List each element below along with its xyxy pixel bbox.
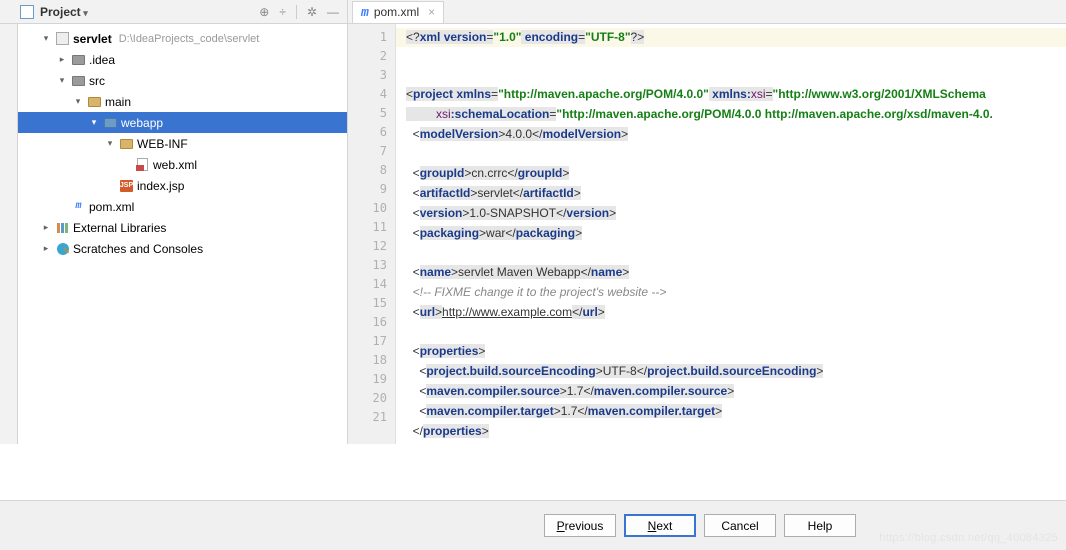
cancel-button[interactable]: Cancel (704, 514, 776, 537)
separator (296, 5, 297, 19)
tree-idea[interactable]: ▸.idea (18, 49, 347, 70)
line-gutter: 123456789101112131415161718192021 (348, 24, 396, 444)
tree-webxml[interactable]: web.xml (18, 154, 347, 175)
gear-icon[interactable]: ✲ (307, 5, 317, 19)
tree-webinf[interactable]: ▾WEB-INF (18, 133, 347, 154)
tree-pom[interactable]: mpom.xml (18, 196, 347, 217)
tree-indexjsp[interactable]: JSPindex.jsp (18, 175, 347, 196)
tab-label: pom.xml (374, 5, 419, 19)
locate-icon[interactable]: ⊕ (259, 5, 269, 19)
tree-root[interactable]: ▾servletD:\IdeaProjects_code\servlet (18, 28, 347, 49)
tree-scratch[interactable]: ▸Scratches and Consoles (18, 238, 347, 259)
tree-webapp[interactable]: ▾webapp (18, 112, 347, 133)
previous-button[interactable]: Previous (544, 514, 616, 537)
project-tree[interactable]: ▾servletD:\IdeaProjects_code\servlet ▸.i… (18, 24, 348, 444)
maven-icon: m (71, 199, 86, 214)
tree-main[interactable]: ▾main (18, 91, 347, 112)
project-header: Project ⊕ ÷ ✲ — (0, 0, 348, 23)
left-rail (0, 24, 18, 444)
watermark: https://blog.csdn.net/qq_40084325 (879, 532, 1058, 544)
help-button[interactable]: Help (784, 514, 856, 537)
code-area[interactable]: <?xml version="1.0" encoding="UTF-8"?> <… (396, 24, 1066, 444)
tab-pom[interactable]: m pom.xml × (352, 1, 444, 23)
project-icon (20, 5, 34, 19)
hide-icon[interactable]: — (327, 5, 339, 19)
collapse-icon[interactable]: ÷ (279, 5, 286, 19)
close-icon[interactable]: × (428, 5, 435, 19)
tree-ext-lib[interactable]: ▸External Libraries (18, 217, 347, 238)
editor-tabs: m pom.xml × (348, 0, 1066, 23)
next-button[interactable]: Next (624, 514, 696, 537)
library-icon (55, 220, 70, 235)
tree-src[interactable]: ▾src (18, 70, 347, 91)
maven-icon: m (361, 5, 369, 20)
code-editor[interactable]: 123456789101112131415161718192021 <?xml … (348, 24, 1066, 444)
project-dropdown[interactable]: Project (40, 5, 88, 19)
